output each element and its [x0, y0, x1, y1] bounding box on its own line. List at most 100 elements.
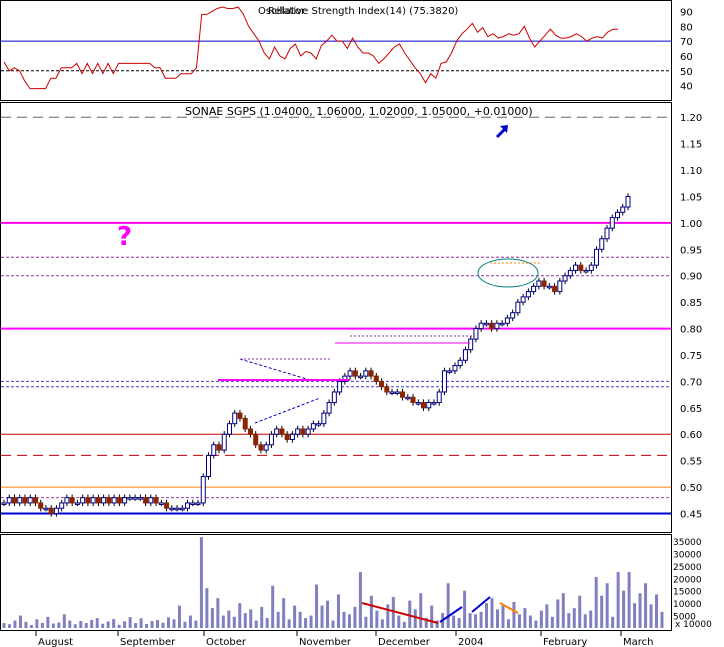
- price-bar-body: [242, 417, 248, 430]
- price-bar-body: [211, 444, 217, 456]
- price-bar: [174, 505, 180, 512]
- price-bar-body: [22, 497, 28, 504]
- price-bar: [310, 420, 316, 433]
- price-bar: [405, 394, 411, 401]
- price-bar-body: [426, 402, 432, 409]
- volume-bar: [386, 604, 390, 628]
- price-bar: [106, 494, 112, 507]
- price-bar: [326, 399, 332, 417]
- price-bar-body: [389, 391, 395, 394]
- price-bar-body: [331, 391, 337, 404]
- rsi-tick-label: 80: [680, 22, 693, 33]
- price-bar-body: [116, 497, 122, 504]
- volume-bar: [227, 610, 231, 628]
- price-bar-body: [122, 497, 128, 504]
- volume-bar: [655, 594, 659, 628]
- volume-bar: [309, 615, 313, 628]
- volume-bar: [216, 598, 220, 628]
- price-bar: [101, 494, 107, 507]
- volume-bar: [79, 621, 83, 628]
- price-tick-label: 1.05: [680, 192, 702, 203]
- price-bar: [253, 431, 259, 448]
- volume-bar: [534, 620, 538, 628]
- price-bar-body: [483, 322, 489, 326]
- volume-bar: [572, 608, 576, 628]
- price-bar: [148, 494, 154, 507]
- volume-bar: [463, 590, 467, 628]
- price-bar-body: [132, 497, 138, 500]
- price-bar: [452, 362, 458, 375]
- price-bar: [457, 357, 463, 369]
- price-bar: [137, 494, 143, 501]
- price-bar: [226, 420, 232, 438]
- price-bar: [588, 261, 594, 274]
- price-bar: [379, 378, 385, 390]
- price-bar-body: [106, 497, 112, 504]
- price-bar-body: [95, 497, 101, 504]
- price-bar: [499, 320, 505, 327]
- price-tick-label: 0.95: [680, 245, 702, 256]
- price-bar-body: [525, 291, 531, 298]
- price-bar-body: [415, 402, 421, 405]
- price-bar-body: [284, 433, 290, 441]
- price-tick-label: 0.90: [680, 272, 702, 283]
- volume-bar: [567, 613, 571, 628]
- price-bar-body: [59, 502, 65, 509]
- price-bar-body: [358, 375, 364, 379]
- price-bar: [195, 499, 201, 507]
- price-bar-body: [573, 264, 579, 271]
- price-bar-body: [489, 322, 495, 330]
- price-bar: [562, 272, 568, 285]
- price-bar-body: [400, 391, 406, 398]
- volume-bar: [254, 620, 258, 628]
- price-bar-body: [111, 497, 117, 504]
- price-bar-body: [174, 507, 180, 511]
- volume-bar: [128, 617, 132, 628]
- price-chart-title: SONAE SGPS (1.04000, 1.06000, 1.02000, 1…: [185, 105, 533, 118]
- price-bar: [1, 499, 7, 507]
- volume-bar: [2, 623, 6, 628]
- rsi-tick-label: 40: [680, 82, 693, 93]
- volume-bar: [123, 621, 127, 628]
- price-bar: [316, 420, 322, 427]
- volume-bar: [320, 605, 324, 628]
- price-bar-body: [588, 264, 594, 271]
- price-bar: [609, 214, 615, 232]
- price-bar-body: [127, 497, 133, 500]
- price-bar: [211, 441, 217, 459]
- volume-bar: [221, 615, 225, 628]
- price-bar: [489, 320, 495, 332]
- price-bar-body: [43, 507, 49, 511]
- volume-bar: [594, 577, 598, 628]
- price-bar-body: [316, 423, 322, 426]
- price-bar: [478, 320, 484, 332]
- volume-bar: [298, 611, 302, 628]
- price-bar: [441, 367, 447, 396]
- volume-bar: [177, 605, 181, 628]
- volume-bar: [490, 598, 494, 628]
- price-bar-body: [185, 502, 191, 509]
- volume-bar: [660, 611, 664, 628]
- volume-bar: [485, 603, 489, 628]
- volume-bar: [271, 585, 275, 628]
- price-bar-body: [137, 497, 143, 500]
- price-bar-body: [604, 227, 610, 240]
- price-bar: [510, 309, 516, 322]
- price-bar-body: [148, 497, 154, 504]
- price-bar: [436, 388, 442, 406]
- volume-multiplier-label: x 10000: [675, 620, 712, 630]
- price-bar-body: [53, 507, 59, 515]
- volume-bar: [276, 611, 280, 628]
- price-bar-body: [310, 423, 316, 430]
- price-bar-body: [6, 497, 12, 504]
- price-bar-body: [499, 322, 505, 326]
- volume-bar: [172, 619, 176, 628]
- price-bar: [179, 505, 185, 512]
- volume-bar: [232, 616, 236, 628]
- volume-bar: [413, 609, 417, 628]
- volume-bar: [183, 621, 187, 628]
- price-tick-label: 0.70: [680, 377, 702, 388]
- price-bar-body: [431, 402, 437, 405]
- price-bar: [305, 425, 311, 438]
- volume-bar: [161, 622, 165, 628]
